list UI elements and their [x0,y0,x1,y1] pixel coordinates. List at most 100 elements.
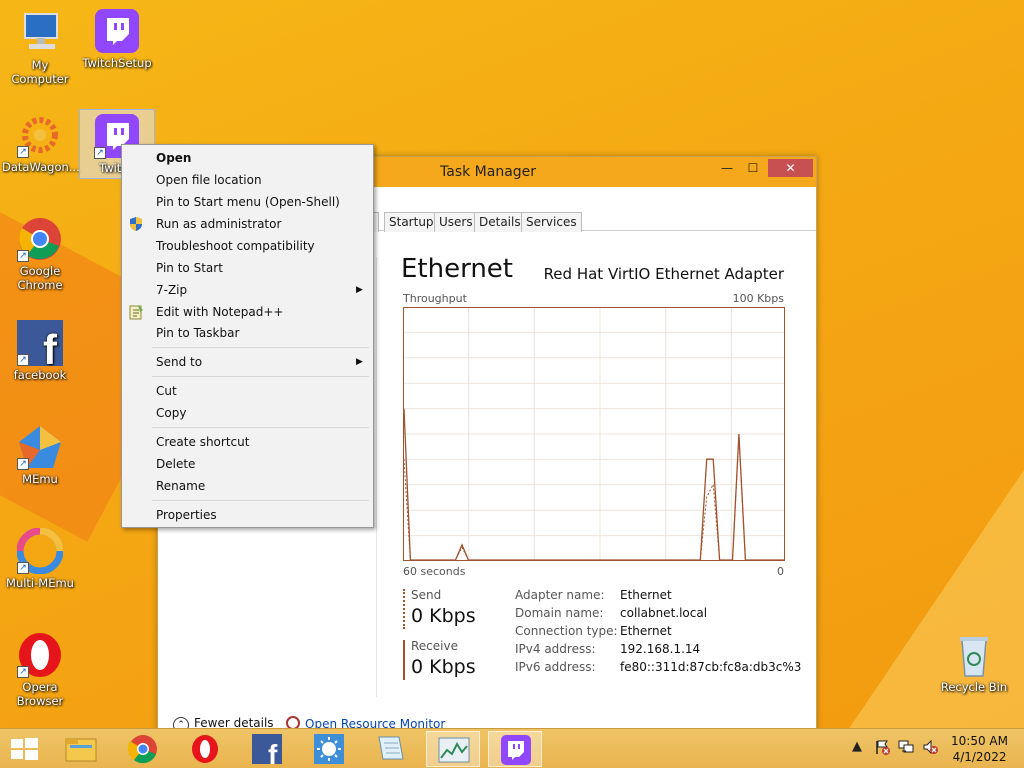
info-key: IPv4 address: [515,642,596,656]
desktop-icon-my-computer[interactable]: My Computer [2,10,78,86]
menu-item-pin-to-start[interactable]: Pin to Start [156,258,223,278]
shortcut-arrow-icon: ↗ [17,562,29,574]
menu-separator [152,347,369,348]
twitch-icon [501,735,531,765]
twitch-icon [94,8,140,54]
recycle-bin-icon [951,632,997,678]
menu-item-7zip[interactable]: 7-Zip [156,280,187,300]
shortcut-arrow-icon: ↗ [17,146,29,158]
desktop-icon-label: Multi-MEmu [6,576,74,590]
menu-item-troubleshoot-compatibility[interactable]: Troubleshoot compatibility [156,236,315,256]
shortcut-arrow-icon: ↗ [94,147,106,159]
taskbar-file-explorer[interactable] [54,731,108,767]
chrome-icon [127,735,157,764]
desktop-icon-twitchsetup[interactable]: TwitchSetup [79,8,155,70]
desktop-icon-google-chrome[interactable]: ↗ Google Chrome [2,216,78,292]
menu-separator [152,500,369,501]
graph-time-label: 60 seconds [403,565,466,578]
clock[interactable]: 10:50 AM 4/1/2022 [951,733,1008,765]
desktop-icon-facebook[interactable]: f ↗ facebook [2,320,78,382]
throughput-label: Throughput [403,292,467,305]
desktop-icon-label: MEmu [22,472,58,486]
desktop-icon-opera-browser[interactable]: ↗ Opera Browser [2,632,78,708]
taskbar-chrome[interactable] [116,731,170,767]
shortcut-arrow-icon: ↗ [17,354,29,366]
menu-separator [152,376,369,377]
show-hidden-icons-button[interactable]: ▲ [852,739,862,754]
desktop-icon-recycle-bin[interactable]: Recycle Bin [936,632,1012,694]
tab-services[interactable]: Services [521,212,582,232]
multi-memu-icon: ↗ [16,527,64,575]
tab-details[interactable]: Details [474,212,526,232]
graph-zero-label: 0 [777,565,784,578]
notepad-icon [378,736,404,760]
taskbar-twitch[interactable] [488,731,542,767]
chrome-icon: ↗ [17,216,63,262]
facebook-icon: f ↗ [17,320,63,373]
info-key: Domain name: [515,606,604,620]
chevron-right-icon: ▶ [356,285,363,295]
menu-item-send-to[interactable]: Send to [156,352,202,372]
menu-item-rename[interactable]: Rename [156,476,205,496]
menu-item-create-shortcut[interactable]: Create shortcut [156,432,249,452]
menu-item-open[interactable]: Open [156,148,191,168]
send-label: Send [411,588,442,602]
taskbar-weather-app[interactable] [302,731,356,767]
menu-item-open-file-location[interactable]: Open file location [156,170,262,190]
task-manager-icon [438,737,470,763]
info-value: 192.168.1.14 [620,642,701,656]
maximize-button[interactable]: ☐ [740,159,766,177]
menu-item-properties[interactable]: Properties [156,505,217,525]
menu-item-copy[interactable]: Copy [156,403,186,423]
taskbar-facebook[interactable]: f [240,731,294,768]
facebook-icon: f [252,734,282,768]
desktop-icon-label: My Computer [11,58,69,86]
desktop-icon-label: Opera Browser [16,680,64,708]
notepad-plus-plus-icon [128,304,144,320]
desktop-icon-multi-memu[interactable]: ↗ Multi-MEmu [2,527,78,590]
svg-text:f: f [43,326,58,366]
opera-icon [192,735,218,763]
tab-users[interactable]: Users [434,212,478,232]
info-key: IPv6 address: [515,660,596,674]
info-value: Ethernet [620,588,672,602]
receive-indicator [403,640,405,680]
menu-separator [152,427,369,428]
adapter-description: Red Hat VirtIO Ethernet Adapter [543,265,784,283]
windows-logo-icon [11,738,38,760]
sun-icon [314,734,344,764]
volume-muted-icon[interactable] [922,739,938,759]
folder-icon [65,738,97,762]
taskbar-notepad[interactable] [364,731,418,767]
clock-date: 4/1/2022 [952,750,1007,764]
info-value: fe80::311d:87cb:fc8a:db3c%3 [620,660,802,674]
menu-item-pin-start-menu[interactable]: Pin to Start menu (Open-Shell) [156,192,340,212]
desktop-icon-label: DataWagon... [2,160,80,174]
close-button[interactable]: ✕ [768,159,813,177]
minimize-button[interactable]: — [714,159,740,177]
shortcut-arrow-icon: ↗ [17,458,29,470]
start-button[interactable] [0,731,48,767]
computer-icon [17,10,63,56]
receive-value: 0 Kbps [411,656,476,678]
action-center-flag-icon[interactable] [874,739,890,759]
menu-item-run-as-administrator[interactable]: Run as administrator [156,214,281,234]
taskbar-opera[interactable] [178,731,232,767]
info-key: Adapter name: [515,588,605,602]
info-value: collabnet.local [620,606,708,620]
receive-label: Receive [411,639,458,653]
taskbar-task-manager[interactable] [426,731,480,767]
desktop-icon-datawagon[interactable]: ↗ DataWagon... [2,112,80,174]
send-indicator [403,589,405,629]
info-value: Ethernet [620,624,672,638]
graph-max-label: 100 Kbps [732,292,784,305]
desktop-icon-label: Google Chrome [17,264,63,292]
menu-item-cut[interactable]: Cut [156,381,177,401]
tab-startup[interactable]: Startup [384,212,439,232]
menu-item-pin-to-taskbar[interactable]: Pin to Taskbar [156,323,239,343]
network-icon[interactable] [898,739,914,759]
menu-item-edit-with-notepad[interactable]: Edit with Notepad++ [156,302,283,322]
menu-item-delete[interactable]: Delete [156,454,195,474]
datawagon-icon: ↗ [17,112,63,158]
desktop-icon-memu[interactable]: ↗ MEmu [2,424,78,486]
